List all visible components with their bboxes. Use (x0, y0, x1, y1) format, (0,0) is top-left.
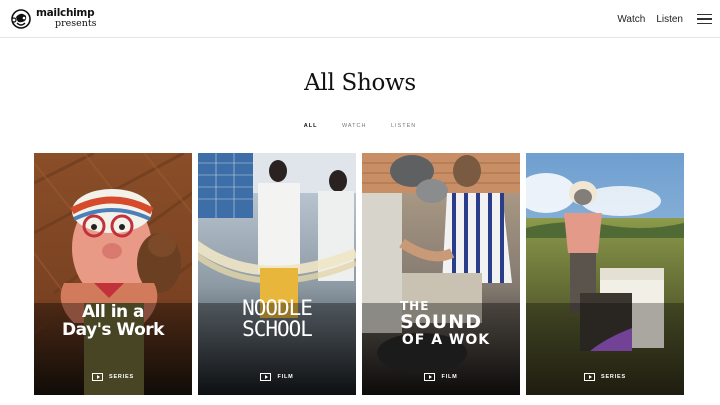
freddie-chimp-icon (11, 9, 31, 29)
play-icon (584, 373, 595, 381)
nav-listen-link[interactable]: Listen (656, 14, 683, 25)
show-card-the-sound-of-a-wok[interactable]: THE SOUND OF A WOK FILM (362, 153, 520, 395)
brand-sub: presents (55, 17, 97, 29)
mailchimp-presents-logo[interactable]: mailchimp presents (10, 8, 97, 30)
play-icon (260, 373, 272, 381)
card-title-line-1: NOODLE (242, 296, 313, 320)
card-title-line-3: OF A WOK (401, 332, 491, 348)
play-icon (92, 373, 103, 381)
beekeeper-artwork (526, 153, 684, 395)
filter-watch[interactable]: WATCH (342, 123, 367, 129)
card-type-label: SERIES (34, 373, 192, 381)
filter-all[interactable]: ALL (304, 123, 318, 129)
main-nav: Watch Listen (617, 0, 720, 38)
card-type-label: FILM (198, 373, 356, 381)
card-title-line-2: Day's Work (62, 320, 164, 340)
card-title-line-2: SCHOOL (242, 317, 313, 341)
card-type-label: SERIES (526, 373, 684, 381)
the-sound-of-a-wok-artwork (362, 153, 520, 395)
show-card-all-in-a-days-work[interactable]: All in a Day's Work SERIES (34, 153, 192, 395)
brand-name: mailchimp (36, 7, 95, 19)
filter-listen[interactable]: LISTEN (391, 123, 416, 129)
show-card-noodle-school[interactable]: NOODLE SCHOOL FILM (198, 153, 356, 395)
nav-watch-link[interactable]: Watch (617, 14, 645, 25)
page-title: All Shows (304, 70, 416, 96)
card-title-line-2: SOUND (400, 311, 482, 333)
card-title-line-1: All in a (81, 302, 145, 322)
play-icon (424, 373, 436, 381)
show-card-beekeeper[interactable]: SERIES (526, 153, 684, 395)
hamburger-menu-icon[interactable] (697, 13, 712, 25)
site-header: mailchimp presents Watch Listen (0, 0, 720, 38)
all-in-a-days-work-artwork (34, 153, 192, 395)
noodle-school-artwork (198, 153, 356, 395)
card-type-label: FILM (362, 373, 520, 381)
filter-tabs: ALL WATCH LISTEN (0, 114, 720, 132)
